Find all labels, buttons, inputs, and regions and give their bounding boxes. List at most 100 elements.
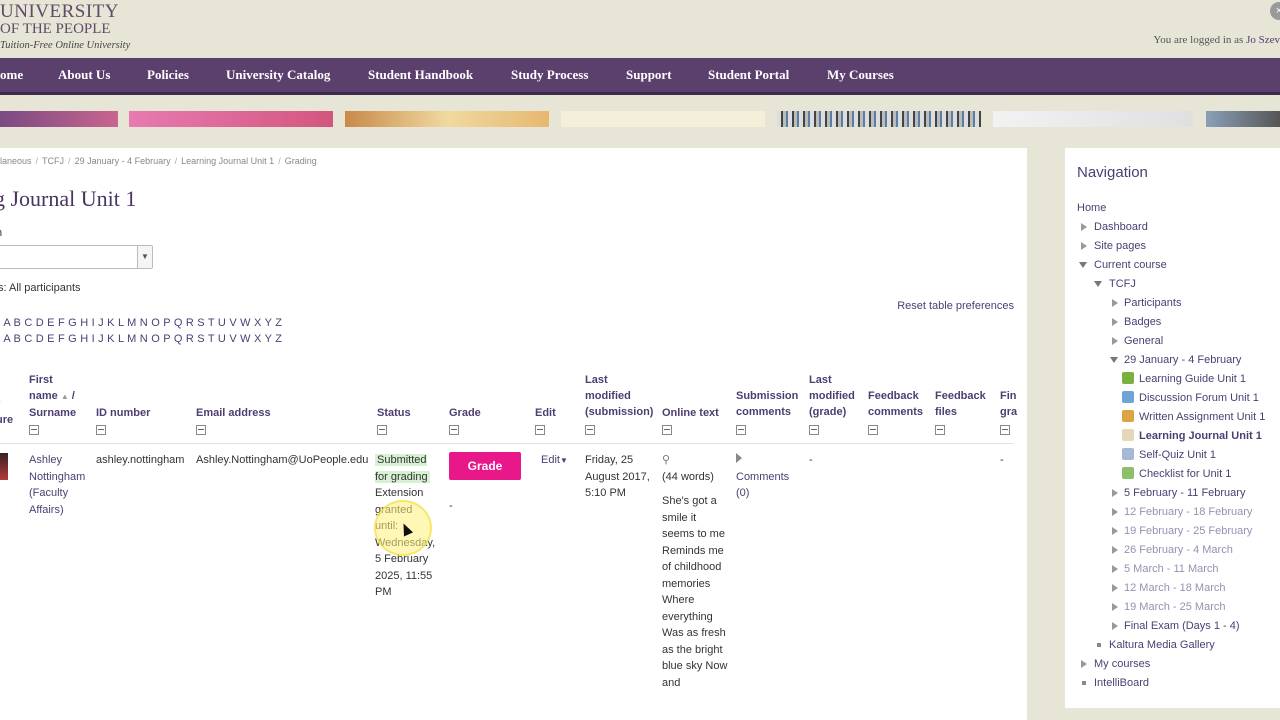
collapsed-arrow-icon[interactable] — [1112, 508, 1118, 516]
initial-filter-letter[interactable]: Y — [265, 333, 272, 345]
initial-filter-letter[interactable]: Y — [265, 317, 272, 329]
initial-filter-letter[interactable]: D — [36, 333, 44, 345]
col-header-online-text[interactable]: Online text — [662, 405, 719, 421]
collapsed-arrow-icon[interactable] — [1112, 546, 1118, 554]
collapsed-arrow-icon[interactable] — [1112, 622, 1118, 630]
breadcrumb-item[interactable]: laneous — [0, 156, 32, 166]
nav-home[interactable]: ome — [0, 58, 23, 92]
nav-tree-checklist[interactable]: Checklist for Unit 1 — [1139, 468, 1231, 480]
student-name-link[interactable]: Ashley Nottingham (Faculty Affairs) — [29, 452, 91, 518]
col-header-firstname[interactable]: First name — [29, 374, 58, 402]
col-header-grade[interactable]: Grade — [449, 405, 481, 421]
breadcrumb-item[interactable]: Learning Journal Unit 1 — [181, 156, 274, 166]
nav-tree-current-course[interactable]: Current course — [1094, 259, 1167, 271]
initial-filter-letter[interactable]: F — [58, 317, 65, 329]
initial-filter-letter[interactable]: U — [218, 317, 226, 329]
collapsed-arrow-icon[interactable] — [1112, 489, 1118, 497]
initial-filter-letter[interactable]: P — [163, 317, 170, 329]
magnifier-icon[interactable]: ⚲ — [662, 454, 670, 466]
caret-down-icon[interactable]: ▼ — [560, 456, 568, 465]
collapsed-arrow-icon[interactable] — [1112, 527, 1118, 535]
initial-filter-letter[interactable]: V — [229, 317, 237, 329]
initial-filter-letter[interactable]: O — [151, 333, 160, 345]
nav-my-courses[interactable]: My Courses — [827, 58, 894, 92]
nav-tree-week-4[interactable]: 19 February - 25 February — [1124, 525, 1252, 537]
nav-tree-week-8[interactable]: 19 March - 25 March — [1124, 601, 1225, 613]
collapse-column-icon[interactable] — [449, 425, 459, 435]
initial-filter-letter[interactable]: B — [14, 333, 22, 345]
initial-filter-letter[interactable]: K — [107, 333, 115, 345]
initial-filter-letter[interactable]: V — [229, 333, 237, 345]
grade-button[interactable]: Grade — [449, 452, 521, 480]
col-header-email[interactable]: Email address — [196, 405, 271, 421]
nav-tree-week-7[interactable]: 12 March - 18 March — [1124, 582, 1225, 594]
collapse-column-icon[interactable] — [736, 425, 746, 435]
expanded-arrow-icon[interactable] — [1110, 357, 1118, 363]
initial-filter-letter[interactable]: F — [58, 333, 65, 345]
collapse-column-icon[interactable] — [535, 425, 545, 435]
initial-filter-letter[interactable]: I — [92, 317, 95, 329]
nav-tree-learning-guide[interactable]: Learning Guide Unit 1 — [1139, 373, 1246, 385]
nav-tree-self-quiz[interactable]: Self-Quiz Unit 1 — [1139, 449, 1216, 461]
expanded-arrow-icon[interactable] — [1094, 281, 1102, 287]
collapsed-arrow-icon[interactable] — [1112, 584, 1118, 592]
collapsed-arrow-icon[interactable] — [1112, 318, 1118, 326]
initial-filter-letter[interactable]: R — [186, 317, 194, 329]
nav-tree-participants[interactable]: Participants — [1124, 297, 1181, 309]
nav-study-process[interactable]: Study Process — [511, 58, 588, 92]
collapse-column-icon[interactable] — [935, 425, 945, 435]
initial-filter-letter[interactable]: M — [127, 317, 136, 329]
nav-tree-general[interactable]: General — [1124, 335, 1163, 347]
initial-filter-letter[interactable]: W — [240, 333, 251, 345]
nav-tree-my-courses[interactable]: My courses — [1094, 658, 1150, 670]
initial-filter-letter[interactable]: X — [254, 333, 262, 345]
nav-student-handbook[interactable]: Student Handbook — [368, 58, 473, 92]
initial-filter-letter[interactable]: L — [118, 317, 124, 329]
collapse-column-icon[interactable] — [809, 425, 819, 435]
initial-filter-letter[interactable]: P — [163, 333, 170, 345]
sort-up-icon[interactable]: ▲ — [61, 392, 69, 401]
nav-tree-badges[interactable]: Badges — [1124, 316, 1161, 328]
initial-filter-letter[interactable]: T — [208, 333, 215, 345]
initial-filter-letter[interactable]: H — [80, 317, 88, 329]
collapsed-arrow-icon[interactable] — [1112, 299, 1118, 307]
nav-about-us[interactable]: About Us — [58, 58, 110, 92]
initial-filter-letter[interactable]: I — [92, 333, 95, 345]
group-select[interactable]: ▼ — [0, 245, 153, 269]
initial-filter-letter[interactable]: D — [36, 317, 44, 329]
initial-filter-letter[interactable]: l — [0, 333, 1, 345]
initial-filter-letter[interactable]: T — [208, 317, 215, 329]
nav-tree-discussion-forum[interactable]: Discussion Forum Unit 1 — [1139, 392, 1259, 404]
nav-tree-written-assignment[interactable]: Written Assignment Unit 1 — [1139, 411, 1265, 423]
collapse-column-icon[interactable] — [96, 425, 106, 435]
initial-filter-letter[interactable]: E — [47, 317, 55, 329]
initial-filter-letter[interactable]: X — [254, 317, 262, 329]
close-icon[interactable]: × — [1270, 2, 1280, 20]
initial-filter-letter[interactable]: R — [186, 333, 194, 345]
col-header-last-modified-grade[interactable]: Last modified (grade) — [809, 372, 861, 420]
collapsed-arrow-icon[interactable] — [1112, 603, 1118, 611]
nav-student-portal[interactable]: Student Portal — [708, 58, 789, 92]
collapse-column-icon[interactable] — [662, 425, 672, 435]
collapsed-arrow-icon[interactable] — [1081, 660, 1087, 668]
reset-table-preferences-link[interactable]: Reset table preferences — [897, 300, 1014, 312]
nav-tree-learning-journal-active[interactable]: Learning Journal Unit 1 — [1139, 430, 1262, 442]
initial-filter-letter[interactable]: G — [68, 333, 77, 345]
initial-filter-letter[interactable]: J — [98, 333, 104, 345]
nav-tree-site-pages[interactable]: Site pages — [1094, 240, 1146, 252]
nav-university-catalog[interactable]: University Catalog — [226, 58, 330, 92]
col-header-final-grade[interactable]: Fin gra — [1000, 388, 1020, 420]
initial-filter-letter[interactable]: W — [240, 317, 251, 329]
nav-tree-week-3[interactable]: 12 February - 18 February — [1124, 506, 1252, 518]
collapsed-arrow-icon[interactable] — [1081, 242, 1087, 250]
collapse-column-icon[interactable] — [196, 425, 206, 435]
nav-tree-intelliboard[interactable]: IntelliBoard — [1094, 677, 1149, 689]
login-user-link[interactable]: Jo Szev — [1246, 34, 1280, 46]
initial-filter-letter[interactable]: Q — [174, 333, 183, 345]
initial-filter-letter[interactable]: C — [24, 317, 32, 329]
col-header-surname[interactable]: Surname — [29, 407, 76, 419]
initial-filter-letter[interactable]: E — [47, 333, 55, 345]
initial-filter-letter[interactable]: N — [140, 317, 148, 329]
edit-label[interactable]: Edit — [541, 454, 560, 466]
nav-tree-final-exam[interactable]: Final Exam (Days 1 - 4) — [1124, 620, 1240, 632]
